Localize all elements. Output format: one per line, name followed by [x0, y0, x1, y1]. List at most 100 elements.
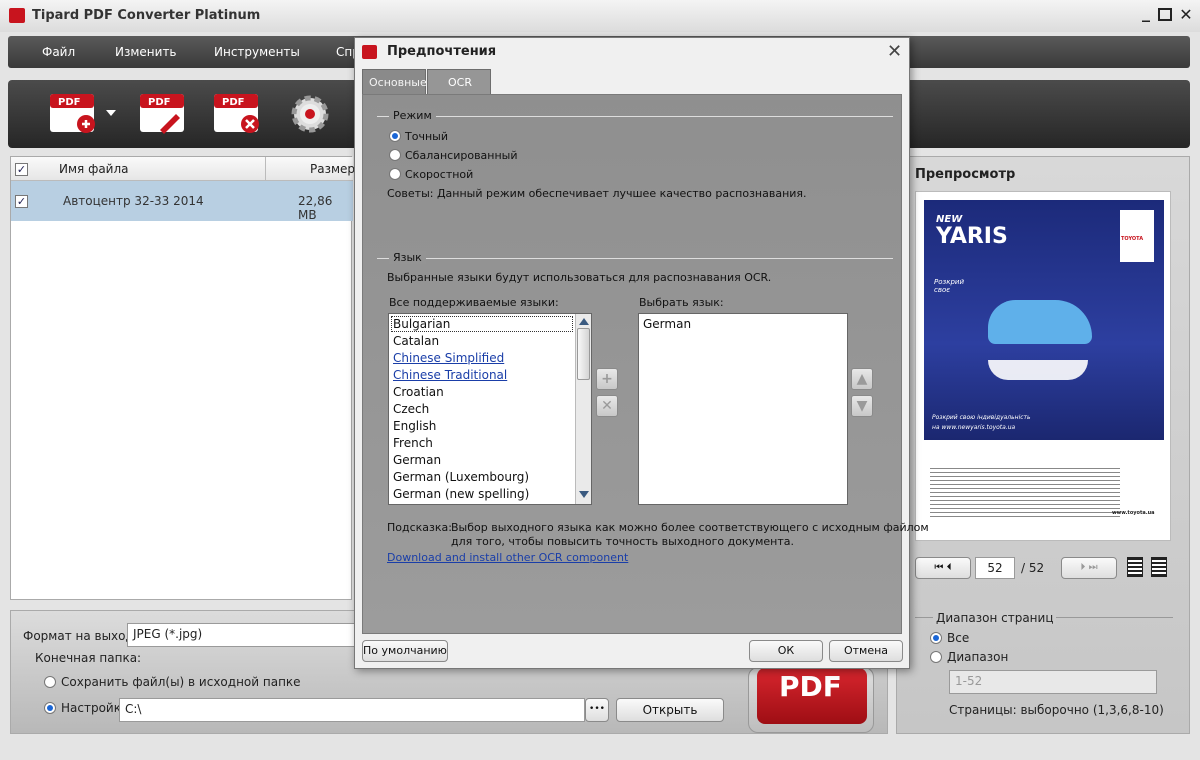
table-row[interactable]: ✓ Автоцентр 32-33 2014 22,86 MB — [11, 181, 353, 222]
list-item[interactable]: French — [393, 436, 433, 450]
save-source-radio[interactable] — [44, 676, 56, 688]
remove-language-button[interactable]: ✕ — [596, 395, 618, 417]
preferences-dialog: Предпочтения ✕ Основные OCR Режим Точный… — [354, 37, 929, 669]
pdf-edit-icon: PDF — [140, 94, 184, 134]
hint-text-line1: Выбор выходного языка как можно более со… — [451, 521, 929, 534]
custom-folder-radio[interactable] — [44, 702, 56, 714]
list-item[interactable]: German (new spelling) — [393, 487, 529, 501]
select-lang-label: Выбрать язык: — [639, 296, 724, 309]
mode-tips: Советы: Данный режим обеспечивает лучшее… — [387, 187, 807, 200]
column-filename[interactable]: Имя файла — [59, 162, 129, 176]
list-item[interactable]: Catalan — [393, 334, 439, 348]
last-page-icon: ⏵ ⏭ — [1080, 562, 1098, 573]
menu-edit[interactable]: Изменить — [115, 45, 177, 59]
thumb-site: www.toyota.ua — [1112, 510, 1155, 516]
path-input[interactable]: C:\ — [119, 698, 585, 722]
range-custom-label: Диапазон — [947, 650, 1009, 664]
browse-button[interactable]: ••• — [585, 698, 609, 722]
list-item[interactable]: German — [643, 317, 691, 331]
remove-file-button[interactable]: PDF — [212, 92, 260, 134]
svg-text:PDF: PDF — [148, 97, 170, 108]
mode-accurate-label: Точный — [405, 130, 448, 143]
pdf-remove-icon: PDF — [214, 94, 259, 133]
close-window-button[interactable]: ✕ — [1178, 7, 1194, 24]
list-scrollbar[interactable] — [575, 314, 591, 504]
page-doc-icon[interactable] — [1127, 557, 1143, 577]
preview-panel: Препросмотр NEW YARIS Розкрий своє TOYOT… — [896, 156, 1190, 734]
thumb-brand: TOYOTA — [1121, 236, 1144, 242]
range-all-label: Все — [947, 631, 970, 645]
page-export-icon[interactable] — [1151, 557, 1167, 577]
thumb-tagline: Розкрий свою індивідуальність — [932, 414, 1031, 421]
edit-file-button[interactable]: PDF — [138, 92, 186, 134]
open-folder-button[interactable]: Открыть — [616, 698, 724, 722]
list-item[interactable]: English — [393, 419, 436, 433]
scroll-up-icon[interactable] — [579, 318, 589, 325]
convert-label: PDF — [779, 670, 842, 703]
list-item[interactable]: Chinese Traditional — [393, 368, 507, 382]
arrow-down-icon: ▼ — [856, 398, 868, 414]
svg-text:PDF: PDF — [222, 97, 244, 108]
all-langs-label: Все поддерживаемые языки: — [389, 296, 559, 309]
pdf-add-icon: PDF — [50, 94, 95, 133]
lang-divider — [377, 258, 893, 259]
add-language-button[interactable]: + — [596, 368, 618, 390]
first-page-button[interactable]: ⏮ ⏴ — [915, 557, 971, 579]
mode-fast-radio[interactable] — [389, 168, 401, 180]
row-checkbox[interactable]: ✓ — [15, 195, 28, 208]
range-input[interactable]: 1-52 — [949, 670, 1157, 694]
thumb-car — [988, 300, 1092, 344]
add-file-button[interactable]: PDF — [48, 92, 96, 134]
add-dropdown-arrow-icon[interactable] — [106, 110, 116, 116]
select-all-checkbox[interactable]: ✓ — [15, 163, 28, 176]
all-languages-list[interactable]: Bulgarian Catalan Chinese Simplified Chi… — [388, 313, 592, 505]
mode-accurate-radio[interactable] — [389, 130, 401, 142]
format-select[interactable]: JPEG (*.jpg) — [127, 623, 367, 647]
scroll-thumb[interactable] — [577, 328, 590, 380]
dialog-logo-icon — [362, 45, 377, 59]
tab-general[interactable]: Основные — [362, 69, 427, 95]
plus-icon: + — [601, 371, 613, 387]
ocr-tab-panel: Режим Точный Сбалансированный Скоростной… — [362, 94, 929, 634]
tab-ocr[interactable]: OCR — [427, 69, 491, 95]
move-up-button[interactable]: ▲ — [851, 368, 873, 390]
mode-balanced-radio[interactable] — [389, 149, 401, 161]
mode-title: Режим — [389, 109, 436, 122]
list-item[interactable]: Bulgarian — [393, 317, 450, 331]
list-item[interactable]: German (Luxembourg) — [393, 470, 529, 484]
range-custom-radio[interactable] — [930, 651, 942, 663]
settings-button[interactable] — [288, 94, 332, 134]
mode-balanced-label: Сбалансированный — [405, 149, 518, 162]
list-item[interactable]: Czech — [393, 402, 429, 416]
maximize-button[interactable] — [1158, 8, 1172, 21]
thumb-model: YARIS — [936, 224, 1008, 249]
range-all-radio[interactable] — [930, 632, 942, 644]
list-item[interactable]: German — [393, 453, 441, 467]
menu-tools[interactable]: Инструменты — [214, 45, 300, 59]
scroll-down-icon[interactable] — [579, 491, 589, 498]
menu-file[interactable]: Файл — [42, 45, 75, 59]
selected-languages-list[interactable]: German — [638, 313, 848, 505]
thumb-url: на www.newyaris.toyota.ua — [932, 424, 1016, 431]
first-page-icon: ⏮ ⏴ — [934, 562, 952, 573]
cancel-button[interactable]: Отмена — [829, 640, 903, 662]
ok-button[interactable]: ОК — [749, 640, 823, 662]
list-item[interactable]: Chinese Simplified — [393, 351, 504, 365]
preview-thumbnail: NEW YARIS Розкрий своє TOYOTA Розкрий св… — [915, 191, 1171, 541]
dest-folder-label: Конечная папка: — [35, 651, 142, 665]
page-number-input[interactable]: 52 — [975, 557, 1015, 579]
move-down-button[interactable]: ▼ — [851, 395, 873, 417]
dialog-title: Предпочтения — [387, 44, 497, 59]
minimize-button[interactable]: _ — [1138, 5, 1154, 22]
download-ocr-link[interactable]: Download and install other OCR component — [387, 551, 628, 564]
page-range-title: Диапазон страниц — [933, 611, 1057, 625]
list-item[interactable]: Croatian — [393, 385, 444, 399]
default-button[interactable]: По умолчанию — [362, 640, 448, 662]
file-list: ✓ Имя файла Размер В ✓ Автоцентр 32-33 2… — [10, 156, 367, 600]
lang-title: Язык — [389, 251, 426, 264]
convert-button[interactable]: PDF — [748, 667, 874, 733]
preview-title: Препросмотр — [915, 167, 1016, 182]
next-page-button[interactable]: ⏵ ⏭ — [1061, 557, 1117, 579]
dialog-close-icon[interactable]: ✕ — [887, 41, 902, 62]
page-total: / 52 — [1021, 561, 1045, 575]
